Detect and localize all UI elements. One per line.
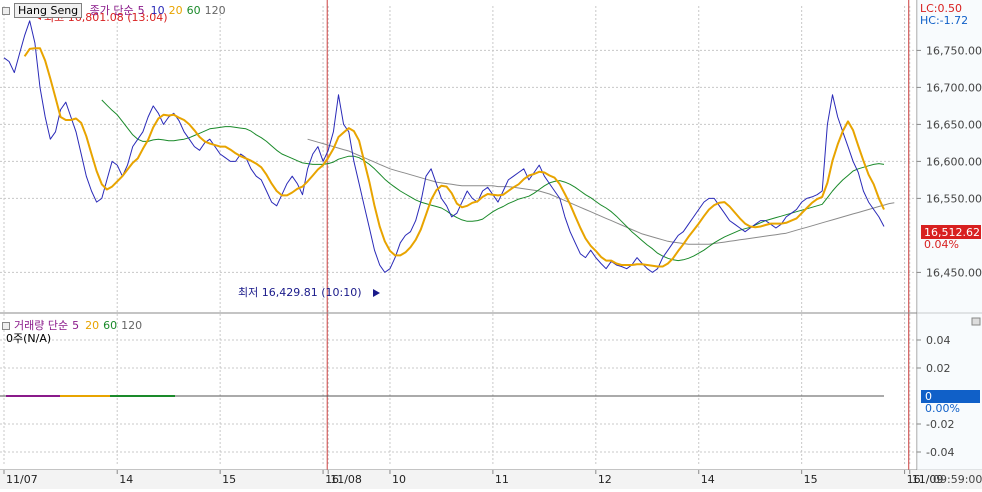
ma-period-60: 60 xyxy=(186,4,201,17)
vol-ma-period-20: 20 xyxy=(85,319,100,332)
volume-change-text: 0.00% xyxy=(925,402,960,415)
chart-svg: 16,750.00 16,700.00 16,650.00 16,600.00 16,5… xyxy=(0,0,982,489)
current-change-text: 0.04% xyxy=(924,238,959,251)
x-axis-bg xyxy=(0,470,982,489)
vol-ma-period-120: 120 xyxy=(121,319,143,332)
time-readout: 09:59:00 xyxy=(933,473,982,486)
chart-window: 16,750.00 16,700.00 16,650.00 16,600.00 16,5… xyxy=(0,0,982,489)
price-ytick-label: 16,600.00 xyxy=(926,155,982,168)
ticker-label[interactable]: Hang Seng xyxy=(14,3,83,18)
ma-period-20: 20 xyxy=(168,4,183,17)
ma-period-120: 120 xyxy=(204,4,226,17)
volume-collapse-icon[interactable] xyxy=(2,322,10,330)
low-annotation: 최저 16,429.81 (10:10) xyxy=(238,286,380,299)
ma-period-5: 5 xyxy=(137,4,145,17)
xtick-label: 12 xyxy=(598,473,612,486)
volume-ytick-label: 0.04 xyxy=(926,334,951,347)
xtick-label: 15 xyxy=(804,473,818,486)
hc-readout: HC:-1.72 xyxy=(920,14,968,27)
volume-status: 0주(N/A) xyxy=(6,332,52,345)
xtick-label: 11/08 xyxy=(330,473,362,486)
low-annotation-text: 최저 16,429.81 (10:10) xyxy=(238,286,362,299)
price-ma-label: 종가 단순 xyxy=(89,4,134,17)
volume-ytick-label: -0.02 xyxy=(926,418,954,431)
volume-close-icon[interactable] xyxy=(971,317,981,326)
xtick-label: 11 xyxy=(495,473,509,486)
ma-period-10: 10 xyxy=(150,4,165,17)
xtick-label: 14 xyxy=(119,473,133,486)
xtick-label: 14 xyxy=(701,473,715,486)
price-ytick-label: 16,650.00 xyxy=(926,118,982,131)
xtick-label: 15 xyxy=(222,473,236,486)
price-ytick-label: 16,450.00 xyxy=(926,266,982,279)
xtick-label: 10 xyxy=(392,473,406,486)
vol-ma-period-5: 5 xyxy=(72,319,80,332)
xtick-label: 11/07 xyxy=(6,473,38,486)
volume-ytick-label: 0.02 xyxy=(926,362,951,375)
vol-ma-period-60: 60 xyxy=(103,319,118,332)
price-ytick-label: 16,550.00 xyxy=(926,192,982,205)
volume-ytick-label: -0.04 xyxy=(926,446,954,459)
price-legend: Hang Seng 종가 단순 5 10 20 60 120 xyxy=(2,2,230,18)
price-ytick-label: 16,750.00 xyxy=(926,44,982,57)
collapse-icon[interactable] xyxy=(2,7,10,15)
price-ytick-label: 16,700.00 xyxy=(926,81,982,94)
chart-background xyxy=(0,0,982,489)
